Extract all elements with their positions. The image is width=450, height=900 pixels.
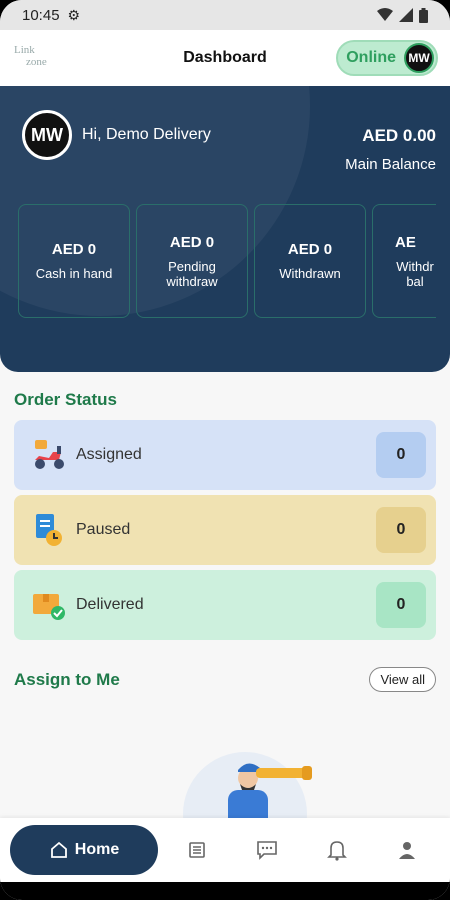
assign-to-me-title: Assign to Me bbox=[14, 669, 120, 689]
nav-home-button[interactable]: Home bbox=[10, 825, 158, 875]
clock-document-icon bbox=[30, 511, 68, 549]
logo-text-bottom: zone bbox=[26, 56, 47, 68]
status-time: 10:45 bbox=[22, 6, 60, 24]
stat-value: AE bbox=[395, 233, 416, 251]
nav-notifications-button[interactable] bbox=[302, 839, 372, 861]
app-logo: Link zone bbox=[12, 40, 62, 76]
stat-card-withdrawable-balance[interactable]: AE Withdr bal bbox=[372, 204, 436, 318]
stat-card-cash-in-hand[interactable]: AED 0 Cash in hand bbox=[18, 204, 130, 318]
scooter-icon bbox=[30, 436, 68, 474]
stat-value: AED 0 bbox=[287, 241, 333, 258]
gesture-bar bbox=[0, 882, 450, 900]
order-status-count: 0 bbox=[376, 507, 426, 553]
view-all-button[interactable]: View all bbox=[369, 667, 436, 692]
app-bar: Link zone Dashboard Online MW bbox=[0, 30, 450, 86]
stat-label: Cash in hand bbox=[35, 266, 113, 281]
stat-label: Withdrawn bbox=[279, 266, 341, 281]
main-balance-amount: AED 0.00 bbox=[362, 126, 436, 145]
logo-text-top: Link bbox=[14, 44, 35, 56]
bottom-navigation: Home bbox=[0, 818, 450, 882]
gear-icon: ⚙ bbox=[67, 6, 81, 23]
profile-avatar[interactable]: MW bbox=[22, 110, 72, 160]
stat-card-withdrawn[interactable]: AED 0 Withdrawn bbox=[254, 204, 366, 318]
avatar: MW bbox=[404, 43, 434, 73]
profile-icon bbox=[399, 842, 415, 859]
status-bar: 10:45 ⚙ bbox=[0, 0, 450, 30]
balance-card: MW Hi, Demo Delivery AED 0.00 Main Balan… bbox=[0, 86, 450, 372]
battery-icon bbox=[419, 7, 428, 23]
order-status-count: 0 bbox=[376, 432, 426, 478]
stat-label: Pending withdraw bbox=[166, 258, 218, 289]
empty-state-illustration bbox=[180, 744, 320, 876]
signal-icon bbox=[399, 8, 413, 22]
order-status-delivered[interactable]: Delivered 0 bbox=[14, 570, 436, 640]
online-toggle[interactable]: Online MW bbox=[336, 40, 438, 76]
bell-icon bbox=[327, 841, 347, 861]
main-balance-label: Main Balance bbox=[345, 156, 436, 173]
online-label: Online bbox=[346, 49, 396, 66]
stats-row: AED 0 Cash in hand AED 0 Pending withdra… bbox=[18, 204, 436, 318]
order-status-list: Assigned 0 Paused 0 Delivered 0 bbox=[0, 420, 450, 640]
stat-card-pending-withdraw[interactable]: AED 0 Pending withdraw bbox=[136, 204, 248, 318]
greeting: MW Hi, Demo Delivery bbox=[22, 110, 211, 160]
nav-home-label: Home bbox=[74, 841, 120, 858]
nav-orders-button[interactable] bbox=[162, 841, 232, 859]
nav-chat-button[interactable] bbox=[232, 840, 302, 860]
stat-label: Withdr bal bbox=[396, 258, 434, 289]
stat-value: AED 0 bbox=[169, 233, 215, 251]
order-status-label: Assigned bbox=[76, 446, 142, 463]
order-status-paused[interactable]: Paused 0 bbox=[14, 495, 436, 565]
order-status-assigned[interactable]: Assigned 0 bbox=[14, 420, 436, 490]
list-icon bbox=[189, 842, 205, 858]
phone-screen: 10:45 ⚙ Link zone Dashboard Online MW MW… bbox=[0, 0, 450, 900]
main-balance: AED 0.00 Main Balance bbox=[345, 126, 436, 173]
order-status-count: 0 bbox=[376, 582, 426, 628]
assign-header: Assign to Me View all bbox=[0, 645, 450, 692]
order-status-label: Paused bbox=[76, 521, 131, 538]
greeting-text: Hi, Demo Delivery bbox=[82, 126, 211, 143]
home-icon bbox=[50, 841, 67, 858]
order-status-label: Delivered bbox=[76, 596, 144, 613]
chat-icon bbox=[257, 841, 277, 860]
status-icons bbox=[377, 7, 428, 23]
stat-value: AED 0 bbox=[51, 241, 97, 258]
order-status-title: Order Status bbox=[14, 390, 117, 409]
nav-profile-button[interactable] bbox=[372, 841, 442, 859]
wifi-icon bbox=[377, 8, 393, 21]
box-check-icon bbox=[30, 586, 68, 624]
